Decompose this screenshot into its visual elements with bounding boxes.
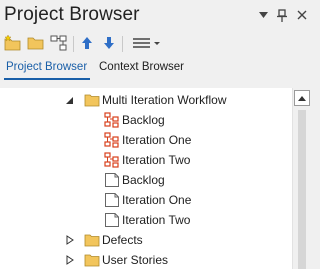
kanban-diagram-icon (104, 132, 120, 148)
tree-item-label: Iteration Two (122, 153, 191, 167)
tree-item-label: Iteration One (122, 133, 192, 147)
tree-item-label: Defects (102, 233, 143, 247)
kanban-diagram-icon (104, 152, 120, 168)
tree-item-label: Iteration Two (122, 213, 191, 227)
folder-icon (84, 252, 100, 268)
title-bar: Project Browser (0, 0, 318, 32)
tree-item-label: Backlog (122, 113, 165, 127)
kanban-diagram-icon (104, 112, 120, 128)
panel-edge (310, 88, 318, 269)
tree-item-label: Multi Iteration Workflow (102, 93, 227, 107)
tree-item-diagram[interactable]: Iteration One (0, 190, 292, 210)
toolbar (0, 32, 318, 56)
tree-item-label: User Stories (102, 253, 169, 267)
hierarchy-icon[interactable] (50, 34, 68, 52)
toolbar-separator (122, 36, 123, 52)
expanded-triangle-icon[interactable] (63, 94, 75, 106)
project-tree: Multi Iteration Workflow Backlog Iterati… (0, 88, 292, 269)
close-icon[interactable] (295, 8, 309, 22)
blank-diagram-icon (104, 192, 120, 208)
tree-item-diagram[interactable]: Iteration Two (0, 150, 292, 170)
window-title: Project Browser (4, 4, 140, 25)
active-tab-indicator (4, 78, 90, 80)
new-package-icon[interactable] (4, 34, 22, 52)
move-down-icon[interactable] (100, 34, 118, 52)
tab-bar: Project Browser Context Browser (0, 56, 318, 80)
collapsed-triangle-icon[interactable] (64, 254, 76, 266)
tree-item-user-stories[interactable]: User Stories (0, 250, 292, 269)
menu-dropdown-icon[interactable] (130, 34, 162, 52)
tab-project-browser[interactable]: Project Browser (6, 61, 87, 73)
dropdown-arrow-icon[interactable] (256, 8, 270, 22)
toolbar-separator (73, 36, 74, 52)
scroll-thumb[interactable] (298, 110, 306, 269)
tree-item-diagram[interactable]: Backlog (0, 110, 292, 130)
collapsed-triangle-icon[interactable] (64, 234, 76, 246)
blank-diagram-icon (104, 172, 120, 188)
blank-diagram-icon (104, 212, 120, 228)
tree-item-diagram[interactable]: Iteration Two (0, 210, 292, 230)
folder-icon[interactable] (27, 34, 45, 52)
move-up-icon[interactable] (78, 34, 96, 52)
tree-item-diagram[interactable]: Iteration One (0, 130, 292, 150)
tab-context-browser[interactable]: Context Browser (99, 61, 184, 73)
tree-item-multi-iteration-workflow[interactable]: Multi Iteration Workflow (0, 90, 292, 110)
scroll-up-button[interactable] (294, 90, 310, 106)
folder-icon (84, 92, 100, 108)
tree-item-diagram[interactable]: Backlog (0, 170, 292, 190)
tree-item-label: Iteration One (122, 193, 192, 207)
tree-item-label: Backlog (122, 173, 165, 187)
pin-icon[interactable] (275, 8, 289, 22)
vertical-scrollbar[interactable] (292, 88, 311, 269)
folder-icon (84, 232, 100, 248)
tree-item-defects[interactable]: Defects (0, 230, 292, 250)
